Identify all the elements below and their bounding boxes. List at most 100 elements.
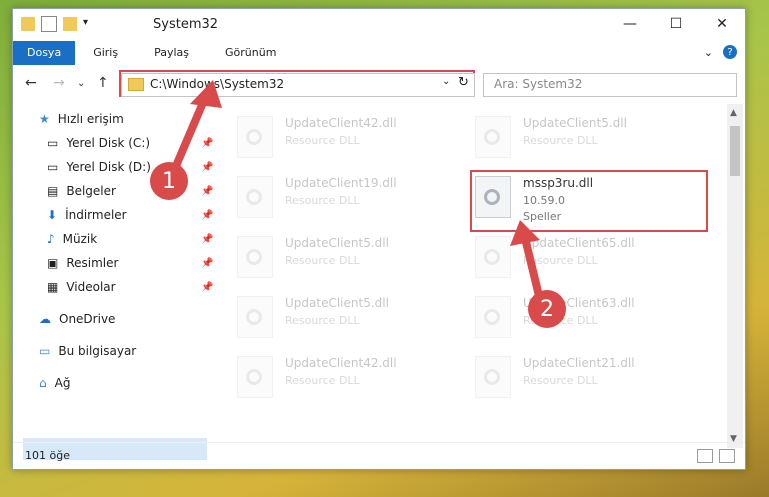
sidebar-item-pictures[interactable]: ▣ Resimler 📌 bbox=[47, 252, 213, 274]
file-name: UpdateClient42.dll bbox=[285, 356, 397, 370]
file-name: UpdateClient19.dll bbox=[285, 176, 397, 190]
tab-file[interactable]: Dosya bbox=[13, 41, 76, 65]
file-description: Resource DLL bbox=[285, 374, 360, 387]
folder-icon bbox=[128, 78, 144, 91]
dll-file-icon bbox=[237, 296, 273, 338]
tab-view[interactable]: Görünüm bbox=[207, 41, 294, 65]
documents-icon: ▤ bbox=[47, 184, 59, 198]
sidebar-item-quick-access[interactable]: ★ Hızlı erişim bbox=[39, 108, 124, 130]
search-input[interactable]: Ara: System32 bbox=[483, 73, 737, 97]
file-name: UpdateClient5.dll bbox=[285, 296, 389, 310]
dll-file-icon bbox=[475, 356, 511, 398]
title-bar: ▾ System32 — ☐ ✕ bbox=[13, 9, 745, 39]
file-description: Resource DLL bbox=[523, 254, 598, 267]
pin-icon[interactable]: 📌 bbox=[201, 138, 213, 149]
sidebar-item-onedrive[interactable]: ☁ OneDrive bbox=[39, 308, 115, 330]
help-icon[interactable]: ? bbox=[723, 45, 737, 59]
scroll-up-icon[interactable]: ▲ bbox=[730, 108, 737, 118]
item-count: 101 öğe bbox=[25, 449, 70, 462]
list-item[interactable]: UpdateClient65.dll Resource DLL bbox=[475, 232, 675, 282]
star-icon: ★ bbox=[39, 112, 50, 126]
status-bar: 101 öğe bbox=[13, 442, 745, 469]
sidebar-item-label: Yerel Disk (C:) bbox=[66, 136, 151, 150]
file-description: Resource DLL bbox=[523, 134, 598, 147]
file-description: Resource DLL bbox=[285, 314, 360, 327]
refresh-icon[interactable]: ↻ bbox=[458, 75, 472, 90]
minimize-button[interactable]: — bbox=[607, 9, 653, 39]
file-description: Resource DLL bbox=[285, 194, 360, 207]
dll-file-icon bbox=[237, 176, 273, 218]
customize-toolbar-icon[interactable]: ▾ bbox=[83, 17, 97, 31]
file-description: Resource DLL bbox=[523, 374, 598, 387]
dll-file-icon bbox=[475, 296, 511, 338]
file-name: UpdateClient5.dll bbox=[285, 236, 389, 250]
close-button[interactable]: ✕ bbox=[699, 9, 745, 39]
drive-icon: ▭ bbox=[47, 136, 59, 150]
tab-share[interactable]: Paylaş bbox=[136, 41, 207, 65]
list-item[interactable]: UpdateClient63.dll Resource DLL bbox=[475, 292, 675, 342]
recent-locations-icon[interactable]: ⌄ bbox=[77, 78, 85, 89]
music-icon: ♪ bbox=[47, 232, 55, 246]
sidebar-item-documents[interactable]: ▤ Belgeler 📌 bbox=[47, 180, 213, 202]
file-name: UpdateClient21.dll bbox=[523, 356, 635, 370]
file-list: UpdateClient42.dll Resource DLL UpdateCl… bbox=[223, 104, 733, 440]
dll-file-icon bbox=[237, 116, 273, 158]
sidebar-item-drive-c[interactable]: ▭ Yerel Disk (C:) 📌 bbox=[47, 132, 213, 154]
sidebar-item-videos[interactable]: ▦ Videolar 📌 bbox=[47, 276, 213, 298]
navigation-bar: ← → ⌄ ↑ C:\Windows\System32 ⌄ ↻ Ara: Sys… bbox=[13, 69, 745, 99]
expand-ribbon-icon[interactable]: ⌄ bbox=[704, 46, 713, 59]
list-item[interactable]: UpdateClient5.dll Resource DLL bbox=[475, 112, 675, 162]
pictures-icon: ▣ bbox=[47, 256, 59, 270]
chevron-down-icon[interactable]: ⌄ bbox=[442, 76, 450, 87]
maximize-button[interactable]: ☐ bbox=[653, 9, 699, 39]
up-arrow-icon[interactable]: ↑ bbox=[97, 75, 109, 91]
sidebar-item-label: OneDrive bbox=[59, 312, 116, 326]
pin-icon[interactable]: 📌 bbox=[201, 210, 213, 221]
search-placeholder: Ara: System32 bbox=[494, 77, 583, 91]
sidebar-item-music[interactable]: ♪ Müzik 📌 bbox=[47, 228, 213, 250]
pin-icon[interactable]: 📌 bbox=[201, 162, 213, 173]
list-item[interactable]: UpdateClient42.dll Resource DLL bbox=[237, 112, 437, 162]
address-path: C:\Windows\System32 bbox=[150, 77, 285, 91]
list-item[interactable]: UpdateClient42.dll Resource DLL bbox=[237, 352, 437, 402]
large-icons-view-icon[interactable] bbox=[719, 449, 735, 463]
vertical-scrollbar[interactable]: ▲ ▼ bbox=[727, 104, 743, 448]
properties-icon[interactable] bbox=[41, 16, 57, 32]
scroll-thumb[interactable] bbox=[730, 126, 740, 176]
sidebar-item-network[interactable]: ⌂ Ağ bbox=[39, 372, 70, 394]
forward-arrow-icon[interactable]: → bbox=[53, 75, 65, 91]
sidebar-item-label: Resimler bbox=[66, 256, 119, 270]
folder-icon[interactable] bbox=[21, 17, 35, 31]
address-bar[interactable]: C:\Windows\System32 ⌄ ↻ bbox=[121, 73, 475, 97]
sidebar-item-label: Hızlı erişim bbox=[57, 112, 124, 126]
sidebar-item-this-pc[interactable]: ▭ Bu bilgisayar bbox=[39, 340, 136, 362]
back-arrow-icon[interactable]: ← bbox=[25, 75, 37, 91]
sidebar-item-label: Ağ bbox=[54, 376, 71, 390]
file-description: Resource DLL bbox=[285, 134, 360, 147]
sidebar-item-downloads[interactable]: ⬇ İndirmeler 📌 bbox=[47, 204, 213, 226]
list-item[interactable]: UpdateClient21.dll Resource DLL bbox=[475, 352, 675, 402]
video-icon: ▦ bbox=[47, 280, 59, 294]
list-item[interactable]: UpdateClient5.dll Resource DLL bbox=[237, 232, 437, 282]
tab-home[interactable]: Giriş bbox=[75, 41, 136, 65]
file-name: UpdateClient65.dll bbox=[523, 236, 635, 250]
details-view-icon[interactable] bbox=[697, 449, 713, 463]
sidebar-item-label: Belgeler bbox=[66, 184, 116, 198]
pin-icon[interactable]: 📌 bbox=[201, 186, 213, 197]
new-folder-icon[interactable] bbox=[63, 17, 77, 31]
list-item[interactable]: UpdateClient19.dll Resource DLL bbox=[237, 172, 437, 222]
dll-file-icon bbox=[237, 356, 273, 398]
pin-icon[interactable]: 📌 bbox=[201, 258, 213, 269]
explorer-window: ▾ System32 — ☐ ✕ Dosya Giriş Paylaş Görü… bbox=[12, 8, 746, 470]
list-item[interactable]: UpdateClient5.dll Resource DLL bbox=[237, 292, 437, 342]
pin-icon[interactable]: 📌 bbox=[201, 234, 213, 245]
sidebar-item-drive-d[interactable]: ▭ Yerel Disk (D:) 📌 bbox=[47, 156, 213, 178]
quick-access-toolbar: ▾ bbox=[21, 16, 97, 32]
file-name: UpdateClient5.dll bbox=[523, 116, 627, 130]
file-name: UpdateClient42.dll bbox=[285, 116, 397, 130]
navigation-pane: ★ Hızlı erişim ▭ Yerel Disk (C:) 📌 ▭ Yer… bbox=[13, 104, 213, 460]
file-highlight bbox=[470, 170, 708, 232]
pin-icon[interactable]: 📌 bbox=[201, 282, 213, 293]
dll-file-icon bbox=[475, 116, 511, 158]
sidebar-item-label: Müzik bbox=[62, 232, 98, 246]
